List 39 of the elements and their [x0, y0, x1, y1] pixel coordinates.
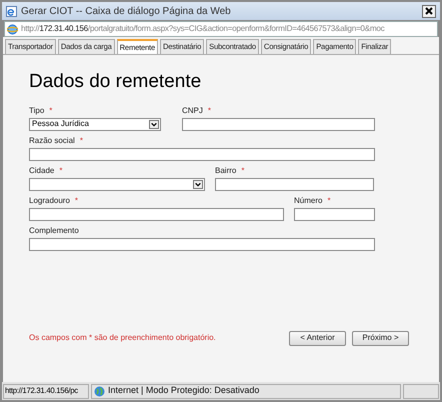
- input-field[interactable]: [29, 208, 284, 220]
- security-zone: Internet | Modo Protegido: Desativado: [108, 384, 260, 398]
- chevron-down-icon: [149, 120, 159, 128]
- chevron-down-icon: [193, 180, 203, 188]
- url-text: http://172.31.40.156/portalgratuito/form.aspx?sys=CIG&action=openform&formID=464567573&align=0&moc: [21, 22, 384, 35]
- globe-icon: [94, 386, 105, 396]
- field-label: Cidade: [29, 164, 54, 176]
- required-note: Os campos com * são de preenchimento obrigatório.: [29, 332, 217, 344]
- field-label: Logradouro: [29, 194, 70, 206]
- field-label: Tipo: [29, 104, 44, 116]
- select-field[interactable]: Pessoa Jurídica: [29, 118, 161, 130]
- input-field[interactable]: [215, 178, 374, 190]
- field-label: Bairro: [215, 164, 236, 176]
- nav-button[interactable]: < Anterior: [289, 330, 346, 346]
- input-field[interactable]: [182, 118, 375, 130]
- close-button[interactable]: [422, 4, 436, 18]
- address-bar[interactable]: http://172.31.40.156/portalgratuito/form.aspx?sys=CIG&action=openform&formID=464567573&align=0&moc: [4, 21, 438, 37]
- browser-icon: [7, 24, 18, 34]
- input-field[interactable]: [294, 208, 375, 220]
- required-marker: *: [208, 104, 212, 116]
- close-icon: [425, 7, 433, 15]
- required-marker: *: [74, 194, 78, 206]
- required-marker: *: [59, 164, 62, 176]
- required-marker: *: [241, 164, 244, 176]
- input-field[interactable]: [29, 148, 375, 160]
- required-marker: *: [49, 104, 52, 116]
- field-label: Razão social: [29, 134, 75, 146]
- field-label: CNPJ: [182, 104, 203, 116]
- field-label: Número: [294, 194, 322, 206]
- nav-button[interactable]: Próximo >: [352, 330, 409, 346]
- window-title: Gerar CIOT -- Caixa de diálogo Página da Web: [21, 4, 232, 18]
- select-field[interactable]: [29, 178, 205, 190]
- page-heading: Dados do remetente: [29, 70, 202, 94]
- required-marker: *: [80, 134, 83, 146]
- field-label: Complemento: [29, 224, 79, 236]
- required-marker: *: [327, 194, 331, 206]
- status-pane: [403, 384, 439, 398]
- input-field[interactable]: [29, 238, 375, 250]
- browser-icon: [6, 6, 17, 16]
